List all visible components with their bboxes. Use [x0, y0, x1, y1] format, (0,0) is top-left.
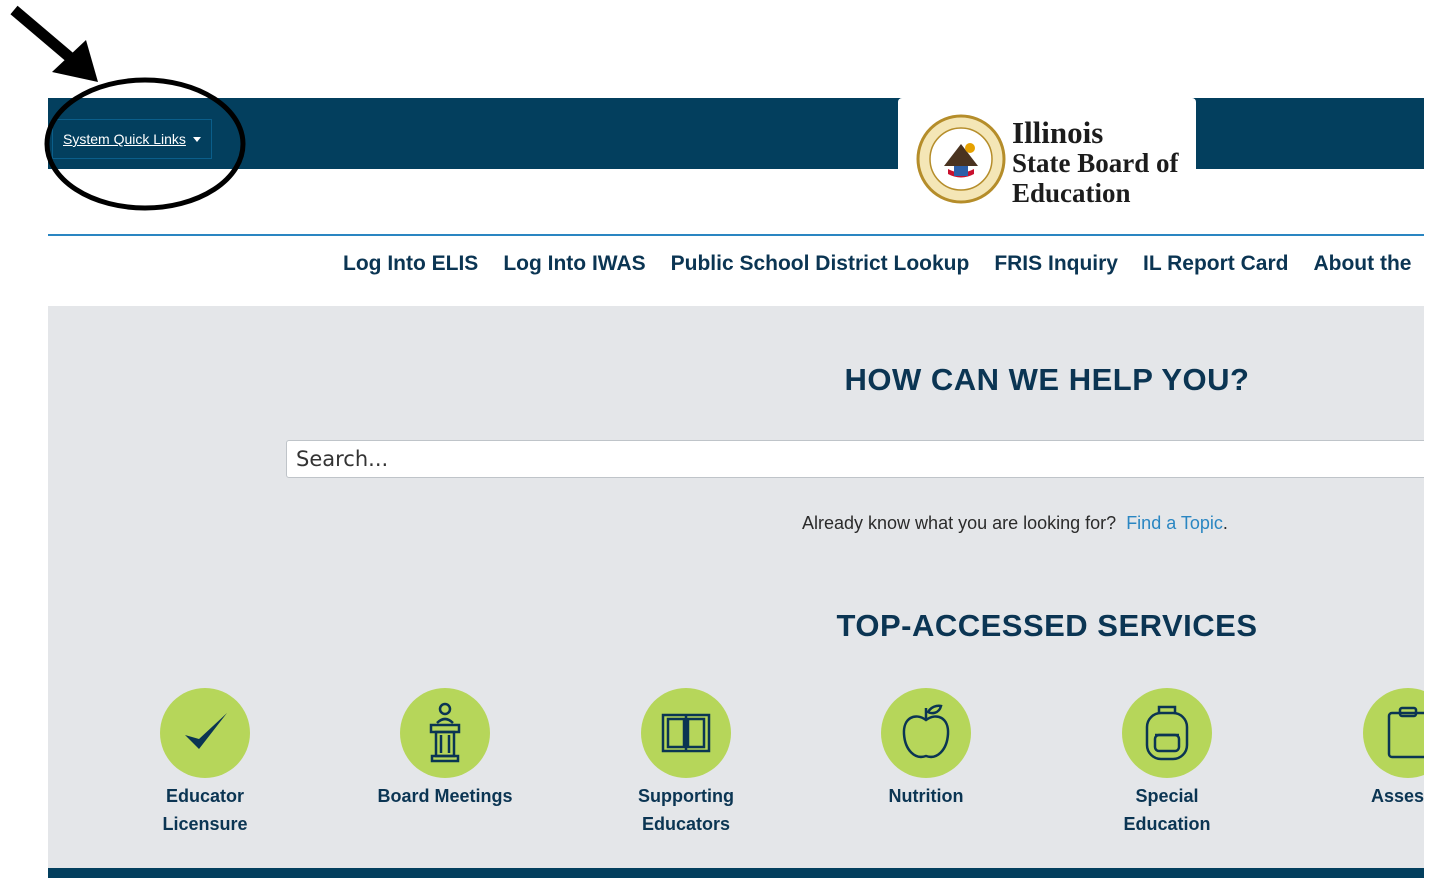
service-label-line1: Nutrition [888, 786, 964, 806]
already-know-text: Already know what you are looking for? [802, 513, 1117, 533]
apple-icon [902, 704, 950, 759]
backpack-icon [1145, 705, 1189, 761]
find-topic-suffix: . [1222, 513, 1228, 533]
search-input[interactable] [286, 440, 1424, 478]
nav-fris-inquiry[interactable]: FRIS Inquiry [994, 252, 1118, 276]
quick-links-label: System Quick Links [63, 131, 186, 147]
service-nutrition[interactable]: Nutrition [836, 688, 1016, 810]
checkmark-icon [185, 713, 227, 749]
top-services: Educator Licensure Board Meetings Suppor… [48, 688, 1424, 858]
service-circle [160, 688, 250, 778]
service-label-line1: Supporting [638, 786, 734, 806]
services-title: TOP-ACCESSED SERVICES [836, 608, 1258, 643]
logo-text: Illinois State Board of Education [1012, 115, 1179, 208]
find-topic-link[interactable]: Find a Topic [1126, 513, 1223, 533]
annotation-arrow-icon [10, 5, 98, 82]
service-label-line1: Board Meetings [377, 786, 513, 806]
service-assessment[interactable]: Assessn [1318, 688, 1424, 810]
nav-log-into-iwas[interactable]: Log Into IWAS [503, 252, 645, 276]
nav-district-lookup[interactable]: Public School District Lookup [671, 252, 970, 276]
service-board-meetings[interactable]: Board Meetings [355, 688, 535, 810]
service-label-line2: Licensure [162, 814, 248, 834]
service-label-line2: Education [1123, 814, 1211, 834]
service-circle [1363, 688, 1424, 778]
top-bar: System Quick Links [48, 98, 1424, 169]
service-supporting-educators[interactable]: Supporting Educators [596, 688, 776, 838]
isbe-logo[interactable]: Illinois State Board of Education [898, 98, 1196, 226]
caret-down-icon [192, 136, 201, 142]
main-nav: Log Into ELIS Log Into IWAS Public Schoo… [343, 252, 1411, 276]
header-divider [48, 234, 1424, 236]
isbe-website: System Quick Links Illinois State Board … [48, 98, 1424, 878]
system-quick-links-dropdown[interactable]: System Quick Links [52, 119, 212, 159]
hero-title: HOW CAN WE HELP YOU? [844, 362, 1250, 397]
clipboard-icon [1387, 706, 1424, 759]
service-circle [400, 688, 490, 778]
service-label: Assessn [1318, 782, 1424, 810]
service-circle [1122, 688, 1212, 778]
service-label: Special Education [1077, 782, 1257, 838]
nav-about[interactable]: About the [1313, 252, 1411, 276]
service-label: Supporting Educators [596, 782, 776, 838]
find-topic-prompt: Already know what you are looking for? Fi… [802, 513, 1228, 534]
service-special-education[interactable]: Special Education [1077, 688, 1257, 838]
service-label: Nutrition [836, 782, 1016, 810]
book-icon [661, 713, 711, 753]
nav-log-into-elis[interactable]: Log Into ELIS [343, 252, 478, 276]
service-circle [881, 688, 971, 778]
service-label-line2: Educators [641, 814, 731, 834]
service-label: Educator Licensure [115, 782, 295, 838]
podium-icon [429, 702, 461, 763]
footer-bar [48, 868, 1424, 878]
service-educator-licensure[interactable]: Educator Licensure [115, 688, 295, 838]
logo-line-1: Illinois [1012, 115, 1104, 150]
state-seal-icon [916, 114, 1006, 204]
service-label-line1: Educator [165, 786, 244, 806]
service-label-line1: Assessn [1370, 786, 1424, 806]
service-label-line1: Special [1135, 786, 1199, 806]
logo-line-2: State Board of [1012, 148, 1179, 178]
hero-section: HOW CAN WE HELP YOU? Already know what y… [48, 306, 1424, 868]
service-label: Board Meetings [355, 782, 535, 810]
logo-line-3: Education [1012, 178, 1131, 208]
nav-report-card[interactable]: IL Report Card [1143, 252, 1288, 276]
service-circle [641, 688, 731, 778]
